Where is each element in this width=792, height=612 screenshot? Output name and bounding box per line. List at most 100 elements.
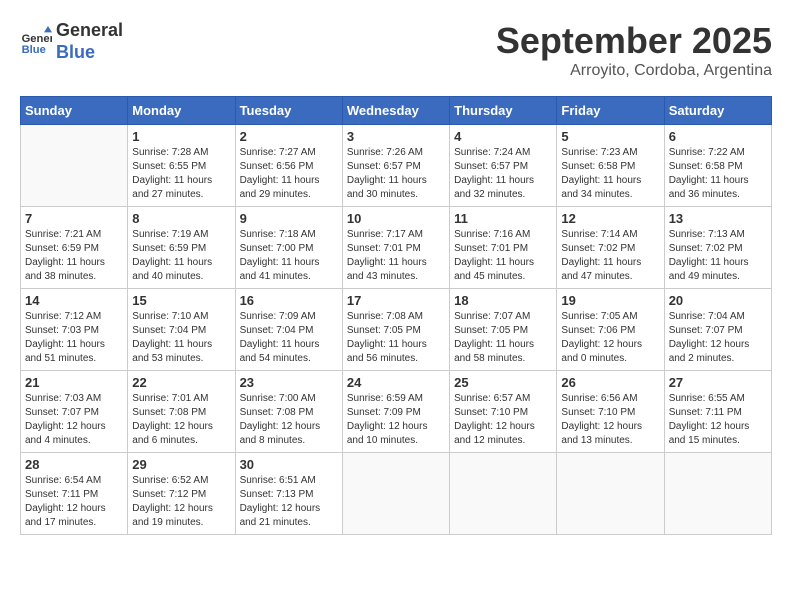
calendar-cell: 4 Sunrise: 7:24 AMSunset: 6:57 PMDaylight… (450, 125, 557, 207)
day-info: Sunrise: 7:07 AMSunset: 7:05 PMDaylight:… (454, 310, 552, 366)
day-info: Sunrise: 7:24 AMSunset: 6:57 PMDaylight:… (454, 146, 552, 202)
calendar-cell: 5 Sunrise: 7:23 AMSunset: 6:58 PMDaylight… (557, 125, 664, 207)
calendar-cell: 3Sunrise: 7:26 AMSunset: 6:57 PMDaylight… (342, 125, 449, 207)
day-info: Sunrise: 7:08 AMSunset: 7:05 PMDaylight:… (347, 310, 445, 366)
day-header-wednesday: Wednesday (342, 97, 449, 125)
day-info: Sunrise: 6:55 AMSunset: 7:11 PMDaylight:… (669, 392, 767, 448)
day-info: Sunrise: 6:54 AMSunset: 7:11 PMDaylight:… (25, 474, 123, 530)
day-info: Sunrise: 7:22 AMSunset: 6:58 PMDaylight:… (669, 146, 767, 202)
logo-icon: General Blue (20, 26, 52, 58)
location-subtitle: Arroyito, Cordoba, Argentina (496, 62, 772, 80)
calendar-cell: 9 Sunrise: 7:18 AMSunset: 7:00 PMDaylight… (235, 207, 342, 289)
calendar-cell: 30 Sunrise: 6:51 AMSunset: 7:13 PMDayligh… (235, 453, 342, 535)
day-info: Sunrise: 7:00 AMSunset: 7:08 PMDaylight:… (240, 392, 338, 448)
calendar-cell: 28 Sunrise: 6:54 AMSunset: 7:11 PMDayligh… (21, 453, 128, 535)
day-number: 23 (240, 375, 338, 390)
calendar-cell: 16Sunrise: 7:09 AMSunset: 7:04 PMDayligh… (235, 289, 342, 371)
day-info: Sunrise: 7:16 AMSunset: 7:01 PMDaylight:… (454, 228, 552, 284)
day-number: 12 (561, 211, 659, 226)
day-info: Sunrise: 7:17 AMSunset: 7:01 PMDaylight:… (347, 228, 445, 284)
calendar-week-row: 14 Sunrise: 7:12 AMSunset: 7:03 PMDayligh… (21, 289, 772, 371)
calendar-cell: 21 Sunrise: 7:03 AMSunset: 7:07 PMDayligh… (21, 371, 128, 453)
day-info: Sunrise: 7:14 AMSunset: 7:02 PMDaylight:… (561, 228, 659, 284)
calendar-cell: 8 Sunrise: 7:19 AMSunset: 6:59 PMDaylight… (128, 207, 235, 289)
day-number: 30 (240, 457, 338, 472)
day-number: 26 (561, 375, 659, 390)
day-number: 21 (25, 375, 123, 390)
day-info: Sunrise: 7:03 AMSunset: 7:07 PMDaylight:… (25, 392, 123, 448)
calendar-cell: 20Sunrise: 7:04 AMSunset: 7:07 PMDayligh… (664, 289, 771, 371)
day-number: 28 (25, 457, 123, 472)
day-number: 25 (454, 375, 552, 390)
logo-line2: Blue (56, 42, 123, 64)
day-info: Sunrise: 7:19 AMSunset: 6:59 PMDaylight:… (132, 228, 230, 284)
day-header-thursday: Thursday (450, 97, 557, 125)
logo-text: General Blue (56, 20, 123, 63)
day-header-tuesday: Tuesday (235, 97, 342, 125)
calendar-cell: 6Sunrise: 7:22 AMSunset: 6:58 PMDaylight… (664, 125, 771, 207)
day-number: 29 (132, 457, 230, 472)
day-number: 15 (132, 293, 230, 308)
calendar-cell: 15 Sunrise: 7:10 AMSunset: 7:04 PMDayligh… (128, 289, 235, 371)
day-number: 11 (454, 211, 552, 226)
day-info: Sunrise: 6:51 AMSunset: 7:13 PMDaylight:… (240, 474, 338, 530)
day-number: 27 (669, 375, 767, 390)
calendar-cell: 14 Sunrise: 7:12 AMSunset: 7:03 PMDayligh… (21, 289, 128, 371)
day-number: 9 (240, 211, 338, 226)
day-number: 19 (561, 293, 659, 308)
day-info: Sunrise: 7:18 AMSunset: 7:00 PMDaylight:… (240, 228, 338, 284)
day-number: 8 (132, 211, 230, 226)
calendar-cell: 19 Sunrise: 7:05 AMSunset: 7:06 PMDayligh… (557, 289, 664, 371)
calendar-cell: 18 Sunrise: 7:07 AMSunset: 7:05 PMDayligh… (450, 289, 557, 371)
day-info: Sunrise: 6:56 AMSunset: 7:10 PMDaylight:… (561, 392, 659, 448)
page-header: General Blue General Blue September 2025… (20, 20, 772, 80)
day-info: Sunrise: 7:27 AMSunset: 6:56 PMDaylight:… (240, 146, 338, 202)
day-number: 14 (25, 293, 123, 308)
calendar-cell (450, 453, 557, 535)
day-info: Sunrise: 6:57 AMSunset: 7:10 PMDaylight:… (454, 392, 552, 448)
calendar-header-row: SundayMondayTuesdayWednesdayThursdayFrid… (21, 97, 772, 125)
calendar-cell: 27 Sunrise: 6:55 AMSunset: 7:11 PMDayligh… (664, 371, 771, 453)
day-number: 10 (347, 211, 445, 226)
day-header-sunday: Sunday (21, 97, 128, 125)
calendar-cell: 24Sunrise: 6:59 AMSunset: 7:09 PMDayligh… (342, 371, 449, 453)
day-info: Sunrise: 7:10 AMSunset: 7:04 PMDaylight:… (132, 310, 230, 366)
calendar-cell: 12 Sunrise: 7:14 AMSunset: 7:02 PMDayligh… (557, 207, 664, 289)
calendar-cell (557, 453, 664, 535)
title-block: September 2025 Arroyito, Cordoba, Argent… (496, 20, 772, 80)
day-info: Sunrise: 7:04 AMSunset: 7:07 PMDaylight:… (669, 310, 767, 366)
calendar-cell: 11 Sunrise: 7:16 AMSunset: 7:01 PMDayligh… (450, 207, 557, 289)
day-number: 22 (132, 375, 230, 390)
day-number: 5 (561, 129, 659, 144)
calendar-cell (664, 453, 771, 535)
day-info: Sunrise: 7:05 AMSunset: 7:06 PMDaylight:… (561, 310, 659, 366)
calendar-week-row: 21 Sunrise: 7:03 AMSunset: 7:07 PMDayligh… (21, 371, 772, 453)
calendar-cell: 1 Sunrise: 7:28 AMSunset: 6:55 PMDaylight… (128, 125, 235, 207)
day-info: Sunrise: 7:28 AMSunset: 6:55 PMDaylight:… (132, 146, 230, 202)
calendar-cell (342, 453, 449, 535)
day-header-friday: Friday (557, 97, 664, 125)
month-title: September 2025 (496, 20, 772, 62)
day-number: 18 (454, 293, 552, 308)
day-number: 4 (454, 129, 552, 144)
day-number: 1 (132, 129, 230, 144)
calendar-cell: 2Sunrise: 7:27 AMSunset: 6:56 PMDaylight… (235, 125, 342, 207)
day-info: Sunrise: 7:13 AMSunset: 7:02 PMDaylight:… (669, 228, 767, 284)
day-info: Sunrise: 7:12 AMSunset: 7:03 PMDaylight:… (25, 310, 123, 366)
calendar-cell: 25 Sunrise: 6:57 AMSunset: 7:10 PMDayligh… (450, 371, 557, 453)
calendar-cell: 22 Sunrise: 7:01 AMSunset: 7:08 PMDayligh… (128, 371, 235, 453)
calendar-cell (21, 125, 128, 207)
day-info: Sunrise: 7:09 AMSunset: 7:04 PMDaylight:… (240, 310, 338, 366)
svg-text:Blue: Blue (22, 44, 46, 56)
calendar-cell: 17 Sunrise: 7:08 AMSunset: 7:05 PMDayligh… (342, 289, 449, 371)
day-number: 3 (347, 129, 445, 144)
calendar-cell: 23 Sunrise: 7:00 AMSunset: 7:08 PMDayligh… (235, 371, 342, 453)
day-info: Sunrise: 7:01 AMSunset: 7:08 PMDaylight:… (132, 392, 230, 448)
day-info: Sunrise: 7:23 AMSunset: 6:58 PMDaylight:… (561, 146, 659, 202)
calendar-week-row: 7Sunrise: 7:21 AMSunset: 6:59 PMDaylight… (21, 207, 772, 289)
calendar-week-row: 28 Sunrise: 6:54 AMSunset: 7:11 PMDayligh… (21, 453, 772, 535)
day-number: 17 (347, 293, 445, 308)
day-number: 13 (669, 211, 767, 226)
day-info: Sunrise: 6:59 AMSunset: 7:09 PMDaylight:… (347, 392, 445, 448)
calendar-week-row: 1 Sunrise: 7:28 AMSunset: 6:55 PMDaylight… (21, 125, 772, 207)
